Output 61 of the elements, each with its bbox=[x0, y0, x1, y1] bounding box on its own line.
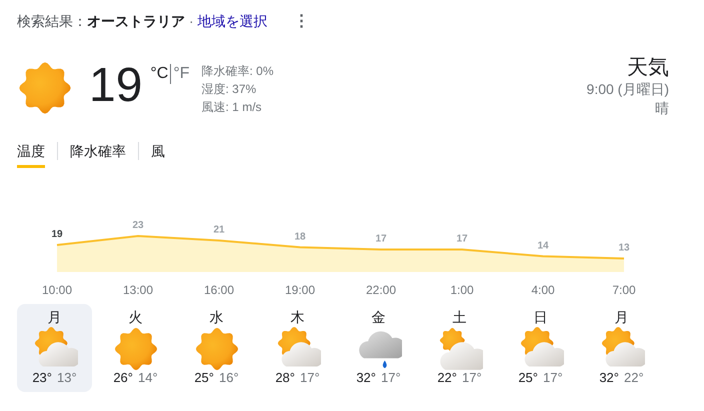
low-temperature: 22° bbox=[624, 370, 644, 386]
choose-region-link[interactable]: 地域を選択 bbox=[198, 11, 268, 31]
time-label: 19:00 bbox=[284, 283, 316, 297]
high-temperature: 25° bbox=[518, 370, 538, 386]
day-label: 日 bbox=[534, 308, 548, 326]
sun-icon bbox=[194, 326, 240, 372]
sun-icon bbox=[112, 326, 158, 372]
day-label: 木 bbox=[290, 308, 304, 326]
day-label: 月 bbox=[48, 308, 62, 326]
temperature-label: 21 bbox=[213, 224, 225, 236]
low-temperature: 14° bbox=[138, 370, 158, 386]
separator-dot: · bbox=[189, 12, 194, 31]
time-label: 10:00 bbox=[42, 283, 72, 297]
day-label: 月 bbox=[614, 308, 628, 326]
day-label: 土 bbox=[452, 308, 466, 326]
time-label: 16:00 bbox=[204, 283, 234, 297]
temperature-label: 14 bbox=[537, 240, 549, 252]
current-temperature: 19 bbox=[89, 60, 142, 112]
day-forecast-card[interactable]: 月 23° 13° bbox=[17, 304, 92, 392]
time-label: 4:00 bbox=[531, 283, 555, 297]
high-temperature: 22° bbox=[437, 370, 457, 386]
temperature-label: 18 bbox=[294, 231, 306, 242]
temperature-label: 23 bbox=[132, 220, 144, 231]
low-temperature: 16° bbox=[219, 370, 239, 386]
day-label: 火 bbox=[128, 308, 142, 326]
day-label: 金 bbox=[372, 308, 386, 326]
weather-detail: 風速: 1 m/s bbox=[202, 99, 263, 116]
low-temperature: 17° bbox=[462, 370, 482, 386]
low-temperature: 13° bbox=[57, 370, 77, 386]
time-label: 7:00 bbox=[612, 283, 636, 297]
temperature-label: 13 bbox=[618, 242, 630, 254]
weather-title: 天気 bbox=[627, 56, 669, 80]
high-temperature: 32° bbox=[599, 370, 619, 386]
temperature-label: 17 bbox=[375, 234, 387, 244]
low-temperature: 17° bbox=[381, 370, 401, 386]
location-name: オーストラリア bbox=[87, 12, 185, 31]
weather-time: 9:00 (月曜日) bbox=[586, 80, 669, 99]
time-label: 1:00 bbox=[450, 283, 474, 297]
low-temperature: 17° bbox=[543, 370, 563, 386]
unit-toggle[interactable]: °C bbox=[148, 64, 170, 84]
day-label: 水 bbox=[210, 308, 224, 326]
tab[interactable]: 降水確率 bbox=[70, 142, 126, 168]
high-temperature: 26° bbox=[113, 370, 133, 386]
sun-icon bbox=[17, 60, 73, 116]
temperature-label: 17 bbox=[456, 234, 468, 244]
time-label: 22:00 bbox=[366, 283, 396, 297]
unit-toggle[interactable]: °F bbox=[170, 64, 192, 84]
low-temperature: 17° bbox=[300, 370, 320, 386]
high-temperature: 32° bbox=[356, 370, 376, 386]
more-menu-button[interactable]: ⋮ bbox=[290, 11, 314, 31]
high-temperature: 25° bbox=[194, 370, 214, 386]
weather-condition: 晴 bbox=[655, 99, 669, 118]
weather-detail: 湿度: 37% bbox=[202, 81, 258, 98]
temperature-label: 19 bbox=[51, 229, 63, 240]
weather-detail: 降水確率: 0% bbox=[202, 63, 274, 80]
search-result-label: 検索結果： bbox=[17, 12, 87, 31]
tab[interactable]: 風 bbox=[151, 142, 165, 168]
high-temperature: 23° bbox=[32, 370, 52, 386]
high-temperature: 28° bbox=[275, 370, 295, 386]
tab[interactable]: 温度 bbox=[17, 142, 45, 168]
time-label: 13:00 bbox=[122, 283, 154, 297]
